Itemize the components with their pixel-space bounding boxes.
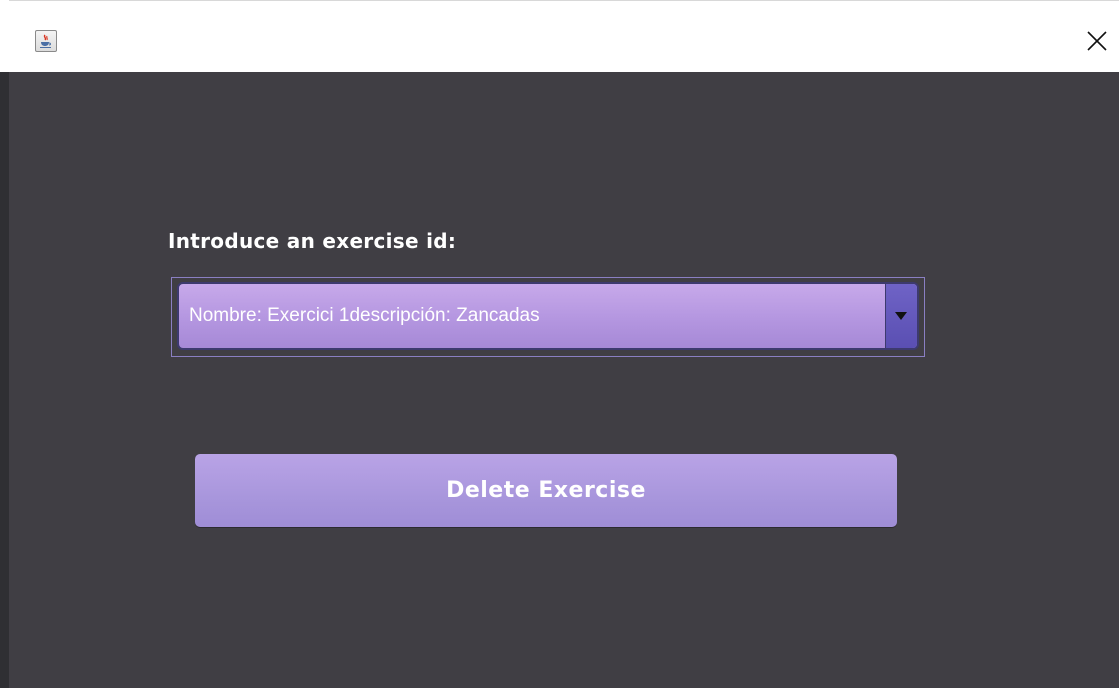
window-left-edge-dark <box>0 72 9 688</box>
java-cup-icon <box>35 30 57 52</box>
chevron-down-icon <box>895 312 907 320</box>
app-window: Introduce an exercise id: Nombre: Exerci… <box>0 0 1119 688</box>
exercise-select-value: Nombre: Exercici 1descripción: Zancadas <box>189 305 540 326</box>
exercise-select-arrow-button[interactable] <box>885 284 917 348</box>
content-panel: Introduce an exercise id: Nombre: Exerci… <box>9 72 1119 688</box>
exercise-select-focus-border: Nombre: Exercici 1descripción: Zancadas <box>171 277 925 357</box>
title-bar <box>9 0 1119 72</box>
delete-exercise-button[interactable]: Delete Exercise <box>195 454 897 527</box>
close-button[interactable] <box>1085 29 1109 53</box>
exercise-select[interactable]: Nombre: Exercici 1descripción: Zancadas <box>177 282 919 350</box>
close-icon <box>1087 31 1107 51</box>
exercise-id-label: Introduce an exercise id: <box>168 229 457 253</box>
